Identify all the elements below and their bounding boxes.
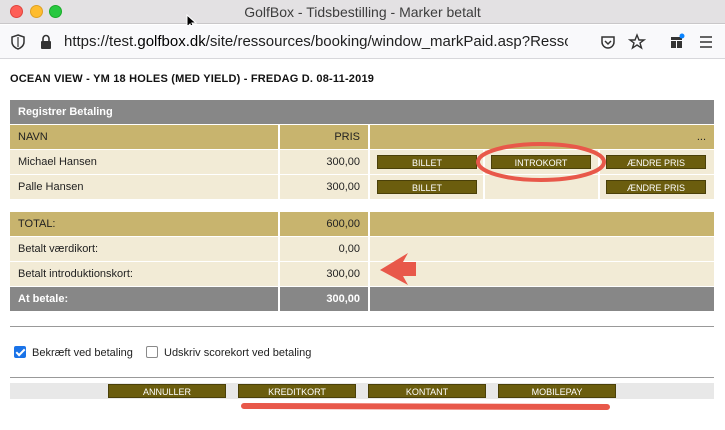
paid-introcard-row: Betalt introduktionskort: 300,00 xyxy=(10,262,714,286)
mobilepay-button[interactable]: MOBILEPAY xyxy=(498,384,616,398)
menu-icon[interactable] xyxy=(697,33,715,51)
action-bar: ANNULLER KREDITKORT KONTANT MOBILEPAY xyxy=(10,383,714,399)
credit-card-button[interactable]: KREDITKORT xyxy=(238,384,356,398)
section-title: Registrer Betaling xyxy=(18,106,113,118)
divider xyxy=(10,377,714,378)
table-row: Palle Hansen 300,00 BILLET ÆNDRE PRIS xyxy=(10,175,714,199)
url-prefix: https://test. xyxy=(64,33,138,50)
ticket-button[interactable]: BILLET xyxy=(377,155,477,169)
paid-introcard-label: Betalt introduktionskort: xyxy=(10,262,278,286)
checkbox-unchecked-icon[interactable] xyxy=(146,346,158,358)
page-title: OCEAN VIEW - YM 18 HOLES (MED YIELD) - F… xyxy=(10,73,375,85)
ticket-button[interactable]: BILLET xyxy=(377,180,477,194)
player-price: 300,00 xyxy=(280,175,368,199)
change-price-button[interactable]: ÆNDRE PRIS xyxy=(606,155,706,169)
player-price: 300,00 xyxy=(280,150,368,174)
url-path: /site/ressources/booking/window_markPaid… xyxy=(205,33,568,50)
divider xyxy=(10,326,714,327)
player-name: Michael Hansen xyxy=(10,150,278,174)
extensions-icon[interactable] xyxy=(668,33,686,51)
pocket-icon[interactable] xyxy=(599,33,617,51)
bookmark-star-icon[interactable] xyxy=(628,33,646,51)
player-name: Palle Hansen xyxy=(10,175,278,199)
paid-introcard-value: 300,00 xyxy=(280,262,368,286)
paid-giftcard-row: Betalt værdikort: 0,00 xyxy=(10,237,714,261)
section-header: Registrer Betaling xyxy=(10,100,714,124)
total-value: 600,00 xyxy=(280,212,368,236)
to-pay-row: At betale: 300,00 xyxy=(10,287,714,311)
total-row: TOTAL: 600,00 xyxy=(10,212,714,236)
print-scorecard-label: Udskriv scorekort ved betaling xyxy=(164,347,312,359)
introcard-button[interactable]: INTROKORT xyxy=(491,155,591,169)
url-host: golfbox.dk xyxy=(137,33,206,50)
column-price: PRIS xyxy=(280,125,368,149)
column-header-row: NAVN PRIS ... xyxy=(10,125,714,149)
confirm-on-payment-label: Bekræft ved betaling xyxy=(32,347,133,359)
cancel-button[interactable]: ANNULLER xyxy=(108,384,226,398)
table-row: Michael Hansen 300,00 BILLET INTROKORT Æ… xyxy=(10,150,714,174)
cash-button[interactable]: KONTANT xyxy=(368,384,486,398)
address-bar[interactable]: https://test.golfbox.dk/site/ressources/… xyxy=(64,33,568,50)
to-pay-value: 300,00 xyxy=(280,287,368,311)
print-scorecard-checkbox[interactable]: Udskriv scorekort ved betaling xyxy=(146,346,311,359)
paid-giftcard-value: 0,00 xyxy=(280,237,368,261)
shield-icon[interactable] xyxy=(9,33,27,51)
window-titlebar: GolfBox - Tidsbestilling - Marker betalt xyxy=(0,0,725,30)
total-label: TOTAL: xyxy=(10,212,278,236)
confirm-on-payment-checkbox[interactable]: Bekræft ved betaling xyxy=(14,346,133,359)
browser-toolbar: https://test.golfbox.dk/site/ressources/… xyxy=(0,25,725,59)
paid-giftcard-label: Betalt værdikort: xyxy=(10,237,278,261)
column-name: NAVN xyxy=(10,125,278,149)
to-pay-label: At betale: xyxy=(10,287,278,311)
window-title: GolfBox - Tidsbestilling - Marker betalt xyxy=(244,4,481,20)
lock-icon[interactable] xyxy=(37,33,55,51)
checkbox-checked-icon[interactable] xyxy=(14,346,26,358)
column-more: ... xyxy=(370,125,714,149)
change-price-button[interactable]: ÆNDRE PRIS xyxy=(606,180,706,194)
page-content: OCEAN VIEW - YM 18 HOLES (MED YIELD) - F… xyxy=(0,60,725,430)
